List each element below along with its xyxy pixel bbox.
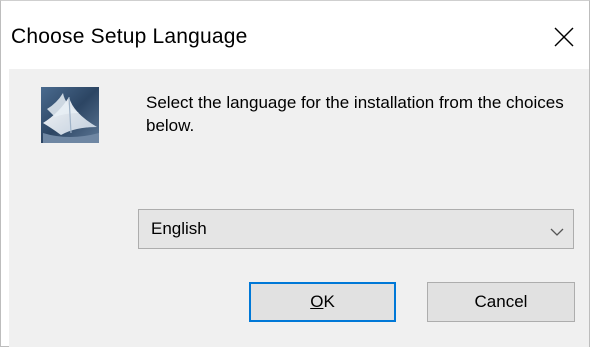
title-bar[interactable]: Choose Setup Language (1, 1, 589, 69)
instruction-text: Select the language for the installation… (146, 93, 564, 135)
ok-button[interactable]: OK (249, 282, 396, 322)
chevron-down-icon (550, 224, 564, 242)
ok-button-mnemonic: O (310, 292, 324, 311)
setup-installer-icon (39, 83, 103, 147)
language-select[interactable]: English (138, 209, 574, 249)
setup-dialog-window: Choose Setup Language Select the languag… (0, 0, 590, 347)
dialog-body: Select the language for the installation… (9, 69, 589, 347)
language-select-value: English (151, 219, 207, 238)
close-button[interactable] (541, 1, 589, 69)
cancel-button[interactable]: Cancel (427, 282, 575, 322)
close-icon (554, 27, 574, 47)
window-title: Choose Setup Language (11, 25, 248, 48)
ok-button-label-rest: K (323, 292, 335, 311)
